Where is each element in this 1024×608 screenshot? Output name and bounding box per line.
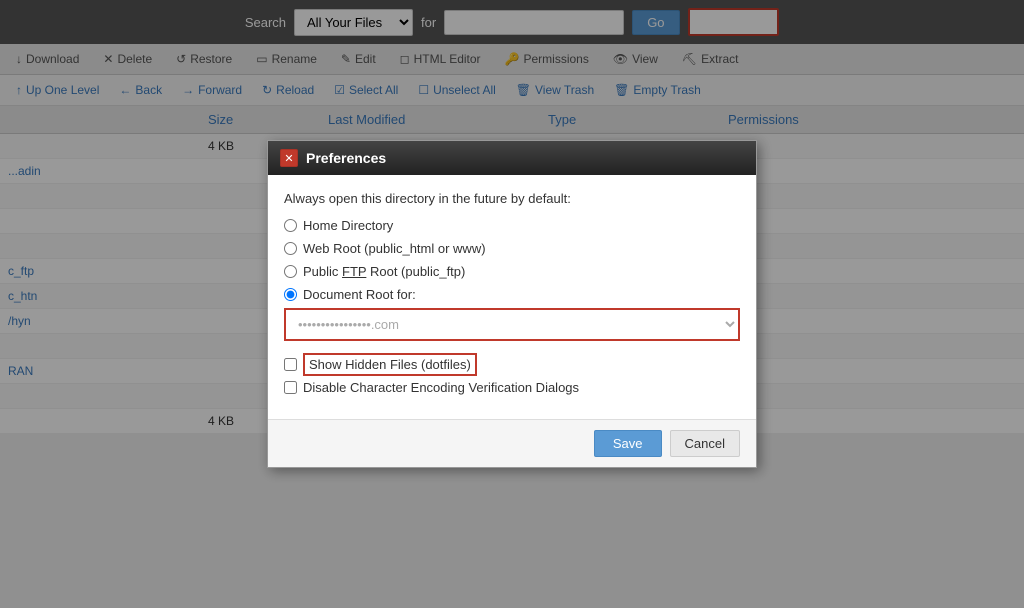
disable-encoding-label[interactable]: Disable Character Encoding Verification …: [303, 380, 579, 395]
radio-home-input[interactable]: [284, 219, 297, 232]
domain-select[interactable]: ••••••••••••••••.com: [286, 310, 738, 339]
show-hidden-checkbox[interactable]: [284, 358, 297, 371]
modal-description: Always open this directory in the future…: [284, 191, 740, 206]
radio-home-directory: Home Directory: [284, 218, 740, 233]
cancel-button[interactable]: Cancel: [670, 430, 740, 457]
domain-select-wrapper: ••••••••••••••••.com: [284, 308, 740, 341]
radio-webroot-label[interactable]: Web Root (public_html or www): [303, 241, 486, 256]
radio-ftp-root: Public FTP Root (public_ftp): [284, 264, 740, 279]
close-icon: ✕: [284, 152, 293, 165]
radio-web-root: Web Root (public_html or www): [284, 241, 740, 256]
radio-ftp-input[interactable]: [284, 265, 297, 278]
disable-encoding-group: Disable Character Encoding Verification …: [284, 380, 740, 395]
show-hidden-highlight: Show Hidden Files (dotfiles): [303, 353, 477, 376]
radio-docroot-input[interactable]: [284, 288, 297, 301]
modal-body: Always open this directory in the future…: [268, 175, 756, 419]
show-hidden-label[interactable]: Show Hidden Files (dotfiles): [303, 357, 477, 372]
radio-webroot-input[interactable]: [284, 242, 297, 255]
modal-title-bar: ✕ Preferences: [268, 141, 756, 175]
radio-home-label[interactable]: Home Directory: [303, 218, 393, 233]
modal-title: Preferences: [306, 150, 386, 166]
show-hidden-files-group: Show Hidden Files (dotfiles): [284, 357, 740, 372]
save-button[interactable]: Save: [594, 430, 662, 457]
modal-overlay: ✕ Preferences Always open this directory…: [0, 0, 1024, 608]
modal-close-button[interactable]: ✕: [280, 149, 298, 167]
radio-docroot-row: Document Root for:: [284, 287, 740, 302]
radio-docroot-label[interactable]: Document Root for:: [303, 287, 416, 302]
disable-encoding-checkbox[interactable]: [284, 381, 297, 394]
radio-ftp-label[interactable]: Public FTP Root (public_ftp): [303, 264, 465, 279]
modal-footer: Save Cancel: [268, 419, 756, 467]
preferences-modal: ✕ Preferences Always open this directory…: [267, 140, 757, 468]
